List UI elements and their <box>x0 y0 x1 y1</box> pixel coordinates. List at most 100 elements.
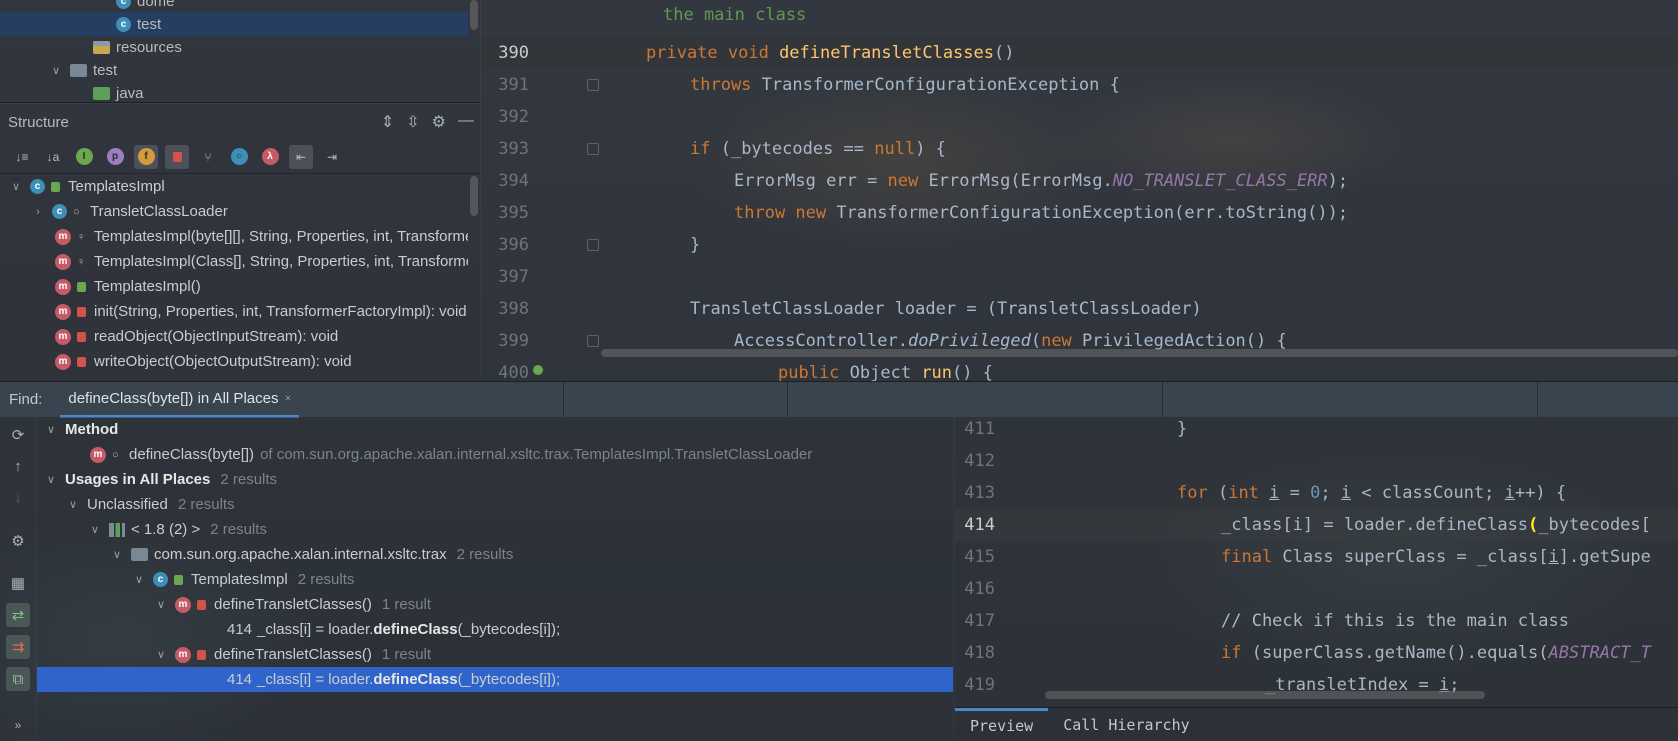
line-number: 416 <box>964 579 995 599</box>
tree-item-java[interactable]: java <box>0 81 468 102</box>
autoscroll-to-source-icon[interactable]: ⇤ <box>289 144 313 169</box>
tab-label: Call Hierarchy <box>1063 715 1190 734</box>
code-line: 396 } <box>481 229 1678 261</box>
chevron-right-icon[interactable]: › <box>32 206 44 218</box>
method-icon: m <box>55 303 71 320</box>
structure-item-method[interactable]: m init(String, Properties, int, Transfor… <box>0 299 468 324</box>
public-icon <box>174 574 183 585</box>
scrollbar[interactable] <box>470 176 478 216</box>
group-label: Method <box>65 421 119 438</box>
autoscroll-from-source-icon[interactable]: ⇥ <box>320 145 344 169</box>
method-usage-group[interactable]: ∨ m defineTransletClasses() 1 result <box>37 592 953 617</box>
tree-item-test-class[interactable]: c test <box>0 12 468 36</box>
show-anonymous-icon[interactable]: ⑂ <box>196 145 220 169</box>
usage-row[interactable]: 414 _class[i] = loader. defineClass (_by… <box>37 617 953 642</box>
fold-icon[interactable] <box>587 143 599 155</box>
show-fields-icon[interactable]: f <box>134 144 158 169</box>
target-method[interactable]: m ○ defineClass(byte[]) of com.sun.org.a… <box>37 442 953 467</box>
merge-usages-icon[interactable]: ⧉ <box>6 667 30 691</box>
chevron-down-icon[interactable]: ∨ <box>50 64 62 77</box>
group-label: TemplatesImpl <box>191 571 288 588</box>
tab-preview[interactable]: Preview <box>955 707 1049 741</box>
structure-item-transletclassloader[interactable]: › c ○ TransletClassLoader <box>0 199 468 224</box>
gear-icon[interactable]: ⚙ <box>6 529 30 553</box>
usages-group[interactable]: ∨ Usages in All Places 2 results <box>37 467 953 492</box>
group-label: < 1.8 (2) > <box>131 521 201 538</box>
chevron-down-icon[interactable]: ∨ <box>45 423 57 436</box>
code-line: 397 <box>481 261 1678 293</box>
group-label: Usages in All Places <box>65 471 211 488</box>
show-lambdas-icon[interactable]: ○ <box>227 145 251 169</box>
chevron-down-icon[interactable]: ∨ <box>155 598 167 611</box>
code-line: 414 _class[i] = loader.defineClass(_byte… <box>955 509 1678 541</box>
library-group[interactable]: ∨ < 1.8 (2) > 2 results <box>37 517 953 542</box>
usage-row-selected[interactable]: 414 _class[i] = loader. defineClass (_by… <box>37 667 953 692</box>
tree-item-resources[interactable]: resources <box>0 35 468 59</box>
code-editor[interactable]: the main class 390 private void defineTr… <box>481 0 1678 381</box>
public-icon <box>77 281 86 292</box>
preview-pane[interactable]: 411 } 412 413 for (int i = 0; i < classC… <box>955 417 1678 741</box>
horizontal-scrollbar[interactable] <box>601 349 1678 357</box>
fold-icon[interactable] <box>587 335 599 347</box>
preview-tabs: Preview Call Hierarchy <box>955 707 1678 741</box>
group-by-icon[interactable]: ▦ <box>6 571 30 595</box>
show-write-access-icon[interactable]: ⇉ <box>6 635 30 659</box>
class-group[interactable]: ∨ c TemplatesImpl 2 results <box>37 567 953 592</box>
tree-item-test-folder[interactable]: ∨ test <box>0 58 468 82</box>
chevron-down-icon[interactable]: ∨ <box>10 180 22 193</box>
structure-item-method[interactable]: m ♀ TemplatesImpl(byte[][], String, Prop… <box>0 224 468 249</box>
rerun-icon[interactable]: ⟳ <box>6 423 30 447</box>
structure-item-method[interactable]: m ♀ TemplatesImpl(Class[], String, Prope… <box>0 249 468 274</box>
chevron-down-icon[interactable]: ∨ <box>111 548 123 561</box>
structure-item-method[interactable]: m writeObject(ObjectOutputStream): void <box>0 349 468 374</box>
line-number: 412 <box>964 451 995 471</box>
show-properties-icon[interactable]: p <box>103 145 127 169</box>
more-icon[interactable]: » <box>6 713 30 737</box>
usage-text-post: (_bytecodes[i]); <box>457 671 561 688</box>
java-folder-icon <box>93 86 110 100</box>
next-occurrence-icon[interactable]: ↓ <box>6 485 30 509</box>
structure-item-method[interactable]: m TemplatesImpl() <box>0 274 468 299</box>
minimize-icon[interactable]: — <box>458 112 474 132</box>
chevron-down-icon[interactable]: ∨ <box>133 573 145 586</box>
code-line: 400 public Object run() { <box>481 357 1678 381</box>
find-results-tab[interactable]: defineClass(byte[]) in All Places × <box>60 382 300 418</box>
override-icon[interactable] <box>533 365 543 375</box>
collapse-all-icon[interactable]: ⇳ <box>406 112 419 132</box>
expand-all-icon[interactable]: ⇕ <box>381 112 394 132</box>
tree-item-label: resources <box>116 38 182 56</box>
sort-alphabetically-icon[interactable]: ↓a <box>41 145 65 169</box>
gear-icon[interactable]: ⚙ <box>432 112 446 132</box>
previous-occurrence-icon[interactable]: ↑ <box>6 454 30 478</box>
chevron-down-icon[interactable]: ∨ <box>155 648 167 661</box>
scrollbar[interactable] <box>470 0 478 30</box>
horizontal-scrollbar[interactable] <box>1045 691 1485 699</box>
tab-label: Preview <box>970 717 1034 735</box>
divider <box>563 382 564 417</box>
line-number: 400 <box>498 363 529 381</box>
show-read-access-icon[interactable]: ⇄ <box>6 603 30 627</box>
method-usage-group[interactable]: ∨ m defineTransletClasses() 1 result <box>37 642 953 667</box>
chevron-down-icon[interactable]: ∨ <box>45 473 57 486</box>
structure-item-method[interactable]: m readObject(ObjectInputStream): void <box>0 324 468 349</box>
code-line: 416 <box>955 573 1678 605</box>
lambda-icon[interactable]: λ <box>258 145 282 169</box>
tab-call-hierarchy[interactable]: Call Hierarchy <box>1048 708 1204 741</box>
show-inherited-icon[interactable]: I <box>72 145 96 169</box>
method-group[interactable]: ∨ Method <box>37 417 953 442</box>
structure-root[interactable]: ∨ c TemplatesImpl <box>0 174 468 199</box>
class-icon: c <box>116 0 131 9</box>
line-number: 396 <box>498 235 529 255</box>
chevron-down-icon[interactable]: ∨ <box>67 498 79 511</box>
show-non-public-icon[interactable] <box>165 144 189 169</box>
fold-icon[interactable] <box>587 79 599 91</box>
public-icon <box>51 181 60 192</box>
package-group[interactable]: ∨ com.sun.org.apache.xalan.internal.xslt… <box>37 542 953 567</box>
close-icon[interactable]: × <box>284 391 291 405</box>
unclassified-group[interactable]: ∨ Unclassified 2 results <box>37 492 953 517</box>
chevron-down-icon[interactable]: ∨ <box>89 523 101 536</box>
line-number: 413 <box>964 483 995 503</box>
fold-icon[interactable] <box>587 239 599 251</box>
code-line: 393 if (_bytecodes == null) { <box>481 133 1678 165</box>
sort-by-visibility-icon[interactable]: ↓≡ <box>10 145 34 169</box>
